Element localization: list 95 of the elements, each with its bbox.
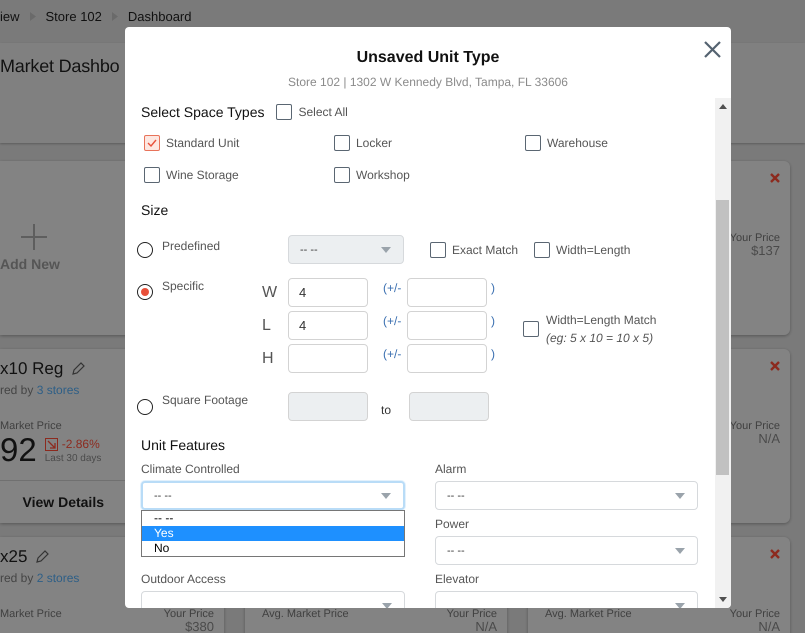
price-change: -2.86% [62, 437, 100, 451]
caret-icon [381, 492, 391, 498]
your-price: N/A [475, 620, 497, 633]
remove-icon[interactable] [770, 173, 780, 183]
caret-icon [382, 602, 392, 608]
breadcrumb-link[interactable]: Dashboard [128, 8, 192, 24]
tolerance-label: (+/- [383, 280, 402, 294]
price-label: Avg. Market Price [545, 609, 632, 620]
caret-icon [381, 246, 391, 252]
tolerance-label: (+/- [383, 346, 402, 360]
remove-icon[interactable] [770, 549, 780, 559]
radio-button[interactable] [137, 284, 153, 300]
caret-icon [675, 548, 685, 554]
checkbox[interactable] [523, 321, 539, 337]
price-label: Your Price [730, 609, 780, 620]
pencil-icon [71, 361, 86, 377]
market-price: 92 [0, 432, 37, 468]
range-separator: to [381, 402, 392, 416]
axis-label: W [262, 284, 278, 302]
remove-icon[interactable] [770, 361, 780, 371]
breadcrumb-link[interactable]: iew [0, 8, 20, 24]
checkbox-label: Standard Unit [166, 136, 240, 150]
field-label: Climate Controlled [141, 462, 241, 476]
caret-icon [675, 492, 685, 498]
checkbox[interactable] [525, 135, 541, 151]
checkbox-label: Width=Length Match [546, 313, 656, 327]
checkbox[interactable] [430, 242, 446, 258]
dropdown-option[interactable]: No [142, 541, 404, 556]
price-label: Your Price [730, 421, 780, 432]
modal-title: Unsaved Unit Type [356, 49, 500, 67]
checkbox[interactable] [144, 135, 160, 151]
section-heading: Select Space Types [141, 104, 264, 120]
input-field[interactable]: 4 [288, 278, 368, 307]
input-field[interactable] [407, 311, 487, 340]
card-title: x25 [0, 547, 28, 567]
tolerance-label: ) [490, 346, 496, 360]
your-price: $380 [185, 620, 214, 633]
breadcrumb-link[interactable]: Store 102 [46, 8, 102, 24]
input-field[interactable] [407, 278, 487, 307]
checkbox[interactable] [334, 167, 350, 183]
axis-label: H [262, 350, 275, 368]
checkbox-label: Select All [298, 105, 348, 119]
field-label: Alarm [435, 462, 468, 476]
price-label: Market Price [0, 421, 63, 432]
field-label: Outdoor Access [141, 572, 227, 586]
scroll-up-icon [719, 104, 727, 109]
checkbox[interactable] [144, 167, 160, 183]
checkbox-label: Workshop [356, 168, 410, 182]
plus-icon [21, 224, 47, 250]
checkbox-label: Locker [356, 136, 392, 150]
checkbox[interactable] [334, 135, 350, 151]
price-label: Market Price [0, 609, 62, 620]
section-heading: Size [141, 202, 168, 218]
field-label: Power [435, 517, 470, 531]
card-title: x10 Reg [0, 359, 64, 379]
scroll-down-icon [719, 597, 727, 602]
tolerance-label: ) [490, 280, 496, 294]
tolerance-label: (+/- [383, 314, 402, 328]
dropdown-option[interactable]: -- -- [142, 511, 404, 526]
radio-label: Specific [162, 279, 204, 293]
hint-text: (eg: 5 x 10 = 10 x 5) [546, 331, 654, 345]
price-label: Avg. Market Price [262, 609, 349, 620]
dropdown[interactable]: -- -- [435, 481, 698, 510]
tolerance-label: ) [490, 314, 496, 328]
input-field[interactable]: 4 [288, 311, 368, 340]
your-price: N/A [758, 432, 780, 445]
field-label: Elevator [435, 572, 480, 586]
pencil-icon [35, 549, 50, 565]
checkbox-label: Width=Length [556, 242, 630, 256]
price-label: Your Price [446, 609, 497, 620]
caret-icon [675, 602, 685, 608]
dropdown[interactable]: -- -- [435, 536, 698, 565]
modal-subtitle: Store 102 | 1302 W Kennedy Blvd, Tampa, FL 33606 [288, 75, 568, 89]
checkbox[interactable] [534, 242, 550, 258]
page-title: Market Dashbo [0, 55, 120, 77]
radio-label: Square Footage [162, 392, 248, 406]
your-price: $137 [751, 244, 780, 257]
check-icon [147, 139, 157, 147]
your-price: N/A [758, 620, 780, 633]
close-icon[interactable] [704, 41, 721, 58]
price-label: Your Price [730, 233, 780, 244]
input-field[interactable] [407, 344, 487, 373]
radio-label: Predefined [162, 238, 220, 252]
radio-button[interactable] [137, 242, 153, 258]
input-field[interactable] [288, 344, 368, 373]
dropdown[interactable]: -- -- [141, 481, 405, 510]
checkbox-label: Exact Match [452, 242, 518, 256]
view-details-link[interactable]: View Details [22, 494, 104, 510]
price-label: Your Price [164, 609, 214, 620]
period-label: Last 30 days [44, 453, 102, 464]
scroll-thumb[interactable] [716, 200, 729, 475]
checkbox-label: Warehouse [547, 136, 608, 150]
section-heading: Unit Features [141, 437, 226, 453]
checkbox[interactable] [276, 104, 292, 120]
axis-label: L [262, 316, 272, 334]
